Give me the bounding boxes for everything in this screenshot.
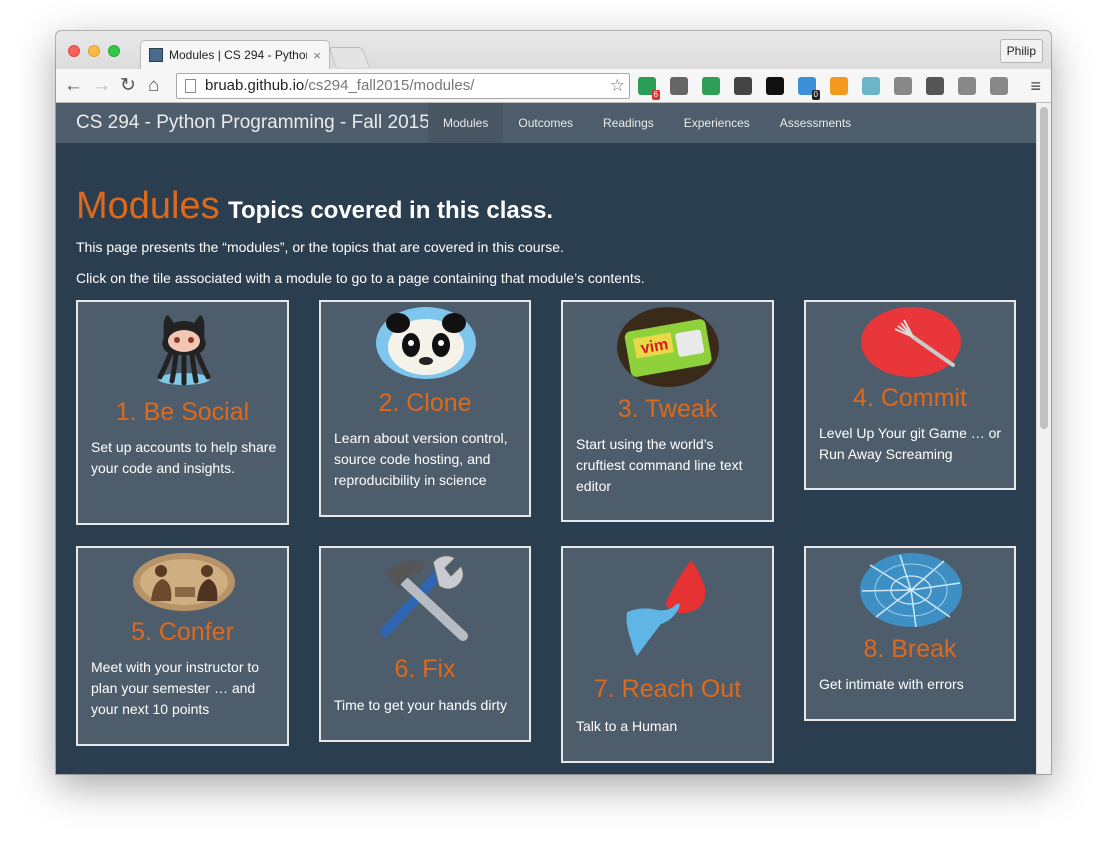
extension-info-icon[interactable] [734, 77, 752, 95]
module-desc-7: Talk to a Human [576, 718, 678, 734]
extension-camera-icon[interactable] [926, 77, 944, 95]
module-desc-2: Learn about version control, source code… [334, 430, 508, 488]
module-desc-6: Time to get your hands dirty [334, 697, 508, 713]
browser-menu-icon[interactable]: ≡ [1030, 74, 1041, 98]
fork-icon [861, 307, 961, 377]
page-icon [185, 79, 196, 93]
tab-close-icon[interactable]: × [313, 48, 321, 63]
module-title-1[interactable]: 1. Be Social [78, 398, 287, 427]
tab-title: Modules | CS 294 - Python [169, 48, 308, 62]
url-path: /cs294_fall2015/modules/ [304, 77, 475, 94]
tab-strip: Modules | CS 294 - Python × Philip [56, 31, 1051, 69]
module-desc-5: Meet with your instructor to plan your s… [91, 659, 260, 717]
module-desc-8: Get intimate with errors [819, 676, 964, 692]
nav-assessments[interactable]: Assessments [765, 103, 866, 143]
panda-icon [376, 307, 476, 379]
module-title-2[interactable]: 2. Clone [321, 389, 529, 418]
module-title-3[interactable]: 3. Tweak [563, 395, 772, 424]
scrollbar-thumb[interactable] [1040, 107, 1048, 429]
web-page: CS 294 - Python Programming - Fall 2015 … [56, 103, 1036, 774]
intro-text-1: This page presents the “modules”, or the… [76, 239, 564, 255]
intro-text-2: Click on the tile associated with a modu… [76, 270, 645, 286]
nav-readings[interactable]: Readings [588, 103, 669, 143]
nav-modules[interactable]: Modules [428, 103, 504, 143]
minimize-window-button[interactable] [88, 45, 100, 57]
module-tile-1[interactable]: 1. Be Social Set up accounts to help sha… [76, 300, 289, 525]
module-title-7[interactable]: 7. Reach Out [563, 675, 772, 704]
wrench-hammer-icon [380, 555, 468, 641]
module-tile-4[interactable]: 4. Commit Level Up Your git Game … or Ru… [804, 300, 1016, 490]
module-tile-2[interactable]: 2. Clone Learn about version control, so… [319, 300, 531, 517]
site-navbar: CS 294 - Python Programming - Fall 2015 … [56, 103, 1036, 143]
extension-hangouts-icon[interactable] [702, 77, 720, 95]
profile-button[interactable]: Philip [999, 39, 1043, 63]
extension-ghost-icon[interactable]: 0 [798, 77, 820, 100]
nav-experiences[interactable]: Experiences [669, 103, 765, 143]
extension-drive-icon[interactable] [958, 77, 976, 95]
octocat-icon [157, 315, 211, 386]
extension-cloud-icon[interactable] [990, 77, 1008, 95]
extension-badge: 0 [811, 90, 820, 100]
page-subheading: Topics covered in this class. [228, 197, 554, 224]
module-desc-4: Level Up Your git Game … or Run Away Scr… [819, 425, 1002, 462]
home-icon[interactable]: ⌂ [148, 74, 159, 98]
address-bar[interactable]: bruab.github.io/cs294_fall2015/modules/ … [176, 73, 630, 99]
module-desc-1: Set up accounts to help share your code … [91, 439, 277, 476]
reload-icon[interactable]: ↻ [120, 74, 136, 98]
module-title-4[interactable]: 4. Commit [806, 384, 1014, 413]
url-host: bruab.github.io [205, 77, 305, 94]
extension-jb-icon[interactable] [766, 77, 784, 95]
close-window-button[interactable] [68, 45, 80, 57]
module-title-6[interactable]: 6. Fix [321, 655, 529, 684]
bookmark-star-icon[interactable]: ☆ [610, 74, 625, 98]
tab-favicon-icon [149, 48, 163, 62]
page-scrollbar[interactable] [1036, 103, 1051, 774]
new-tab-button[interactable] [328, 47, 370, 67]
nav-links: Modules Outcomes Readings Experiences As… [428, 103, 866, 143]
module-tile-3[interactable]: vim 3. Tweak Start using the world’s cru… [561, 300, 774, 522]
page-heading: Modules [76, 185, 220, 227]
browser-tab[interactable]: Modules | CS 294 - Python × [140, 40, 330, 69]
nav-outcomes[interactable]: Outcomes [503, 103, 588, 143]
extension-clock-icon[interactable] [670, 77, 688, 95]
meeting-painting-icon [133, 553, 235, 611]
reaching-hands-icon [626, 560, 706, 656]
module-title-5[interactable]: 5. Confer [78, 618, 287, 647]
module-tile-8[interactable]: 8. Break Get intimate with errors [804, 546, 1016, 721]
back-arrow-icon[interactable]: ← [64, 74, 83, 98]
module-tile-7[interactable]: 7. Reach Out Talk to a Human [561, 546, 774, 763]
extension-chart-icon[interactable] [830, 77, 848, 95]
forward-arrow-icon[interactable]: → [92, 74, 111, 98]
browser-window: Modules | CS 294 - Python × Philip ← → ↻… [56, 31, 1051, 774]
browser-toolbar: ← → ↻ ⌂ bruab.github.io/cs294_fall2015/m… [56, 69, 1051, 103]
module-title-8[interactable]: 8. Break [806, 635, 1014, 664]
extension-docs-icon[interactable] [894, 77, 912, 95]
broken-glass-icon [860, 553, 962, 627]
page-title: Modules Topics covered in this class. [76, 185, 553, 228]
module-desc-3: Start using the world’s cruftiest comman… [576, 436, 743, 494]
extension-screen-icon[interactable] [862, 77, 880, 95]
module-tile-5[interactable]: 5. Confer Meet with your instructor to p… [76, 546, 289, 746]
extension-badge: 6 [651, 90, 660, 100]
module-tile-6[interactable]: 6. Fix Time to get your hands dirty [319, 546, 531, 742]
maximize-window-button[interactable] [108, 45, 120, 57]
extension-green-icon[interactable]: 6 [638, 77, 660, 100]
vim-soap-icon: vim [617, 307, 719, 387]
site-brand[interactable]: CS 294 - Python Programming - Fall 2015 [76, 103, 430, 143]
